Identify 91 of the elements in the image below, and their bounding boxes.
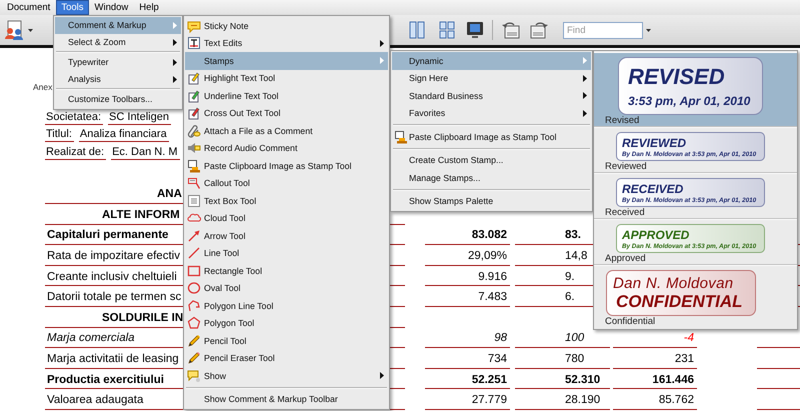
menu-item[interactable]: Paste Clipboard Image as Stamp Tool xyxy=(185,157,388,174)
pencil-icon xyxy=(187,334,201,348)
grid-view-icon xyxy=(439,21,455,39)
text-box-icon xyxy=(187,194,201,208)
stamp-title: RECEIVED xyxy=(622,182,684,196)
two-column-icon xyxy=(409,21,425,39)
text-edit-icon xyxy=(187,36,201,50)
menu-item[interactable]: Record Audio Comment xyxy=(185,140,388,157)
speaker-icon xyxy=(187,141,201,156)
menu-item[interactable]: Underline Text Tool xyxy=(185,87,388,104)
polyline-icon xyxy=(187,298,201,313)
underline-pen-icon xyxy=(187,88,201,103)
menu-item[interactable]: Standard Business xyxy=(392,87,591,104)
table-cell: 52.310 xyxy=(515,368,610,390)
menu-bar-item[interactable]: Help xyxy=(134,0,164,15)
menu-item[interactable]: Sticky Note xyxy=(185,17,388,34)
stamp-palette-item[interactable]: REVISED 3:53 pm, Apr 01, 2010 Revised xyxy=(594,52,797,127)
menu-item[interactable]: Show xyxy=(185,367,388,384)
stamp-subtitle: CONFIDENTIAL xyxy=(616,292,744,312)
menu-item[interactable]: Show Comment & Markup Toolbar xyxy=(185,390,388,408)
field-label: Titlul: xyxy=(45,128,74,142)
menu-item[interactable]: Dynamic xyxy=(392,52,591,70)
menu-item[interactable]: Favorites xyxy=(392,104,591,122)
table-cell: 29,09% xyxy=(425,245,510,266)
document-users-icon xyxy=(4,19,24,41)
stamp-title: REVISED xyxy=(628,64,726,90)
menu-item[interactable]: Customize Toolbars... xyxy=(55,91,181,108)
eraser-pencil-icon xyxy=(187,351,201,366)
callout-icon xyxy=(187,176,201,190)
find-field[interactable]: Find xyxy=(563,22,643,38)
arrow-icon xyxy=(187,228,201,243)
menu-item[interactable]: Pencil Eraser Tool xyxy=(185,350,388,367)
caret-icon xyxy=(28,28,32,32)
stamp-palette-item[interactable]: Dan N. Moldovan CONFIDENTIAL Confidential xyxy=(594,265,797,327)
menu-bar-item[interactable]: Document xyxy=(2,0,56,15)
table-cell: 161.446 xyxy=(613,368,697,390)
page-header-text: Anex xyxy=(33,81,52,94)
stamp-title: REVIEWED xyxy=(622,136,688,150)
field-value: Ec. Dan N. M xyxy=(111,146,180,160)
menu-item[interactable]: Paste Clipboard Image as Stamp Tool xyxy=(392,128,591,146)
menu-item[interactable]: Attach a File as a Comment xyxy=(185,122,388,140)
menu-item[interactable]: Analysis xyxy=(55,70,181,87)
menu-item[interactable]: Typewriter xyxy=(55,54,181,70)
stamp-subtitle: 3:53 pm, Apr 01, 2010 xyxy=(628,94,752,108)
menu-bar-item[interactable]: Tools xyxy=(56,0,88,15)
table-cell: 9.916 xyxy=(425,266,510,286)
menu-item[interactable]: Cross Out Text Tool xyxy=(185,104,388,122)
table-cell: 98 xyxy=(425,328,510,348)
field-label: Realizat de: xyxy=(45,146,106,160)
table-cell: 83.082 xyxy=(425,224,510,246)
table-cell: 231 xyxy=(613,348,697,369)
speech-bubble-icon xyxy=(187,368,201,383)
menu-bar-item[interactable]: Window xyxy=(90,0,134,15)
menu-item[interactable]: Arrow Tool xyxy=(185,227,388,244)
table-cell: 85.762 xyxy=(613,389,697,410)
menu-item[interactable]: Text Edits xyxy=(185,34,388,52)
strikeout-pen-icon xyxy=(187,106,201,120)
oval-icon xyxy=(187,281,201,296)
menu-item[interactable]: Select & Zoom xyxy=(55,34,181,50)
pentagon-icon xyxy=(187,316,201,330)
line-icon xyxy=(187,246,201,260)
menu-item[interactable]: Stamps xyxy=(185,52,388,70)
menu-item[interactable]: Comment & Markup xyxy=(55,17,181,34)
menu-item[interactable]: Manage Stamps... xyxy=(392,169,591,186)
sticky-note-icon xyxy=(187,18,201,33)
table-cell: 7.483 xyxy=(425,286,510,308)
stamp-icon xyxy=(394,130,408,144)
dropdown-caret-icon xyxy=(646,28,650,32)
monitor-icon xyxy=(466,21,484,39)
menu-item[interactable]: Line Tool xyxy=(185,244,388,262)
table-cell: 52.251 xyxy=(425,368,510,390)
stamp-title: Dan N. Moldovan xyxy=(613,274,734,292)
table-cell: 780 xyxy=(515,348,610,369)
rectangle-icon xyxy=(187,264,201,278)
rotate-right-icon xyxy=(530,20,550,40)
menu-item[interactable]: Sign Here xyxy=(392,70,591,87)
table-cell: 27.779 xyxy=(425,389,510,410)
stamp-icon xyxy=(187,158,201,173)
menu-item[interactable]: Pencil Tool xyxy=(185,332,388,350)
monitor-icon[interactable] xyxy=(464,19,486,41)
menu-item[interactable]: Highlight Text Tool xyxy=(185,70,388,87)
table-cell: 28.190 xyxy=(515,389,610,410)
menu-item[interactable]: Cloud Tool xyxy=(185,210,388,227)
table-cell: 734 xyxy=(425,348,510,369)
menu-item[interactable]: Create Custom Stamp... xyxy=(392,152,591,169)
field-value: Analiza financiara xyxy=(78,128,169,142)
paperclip-icon xyxy=(187,124,201,138)
highlighter-icon xyxy=(187,71,201,86)
stamp-title: APPROVED xyxy=(622,228,690,242)
document-users-icon[interactable] xyxy=(2,19,26,41)
rotate-left-icon xyxy=(500,20,520,40)
